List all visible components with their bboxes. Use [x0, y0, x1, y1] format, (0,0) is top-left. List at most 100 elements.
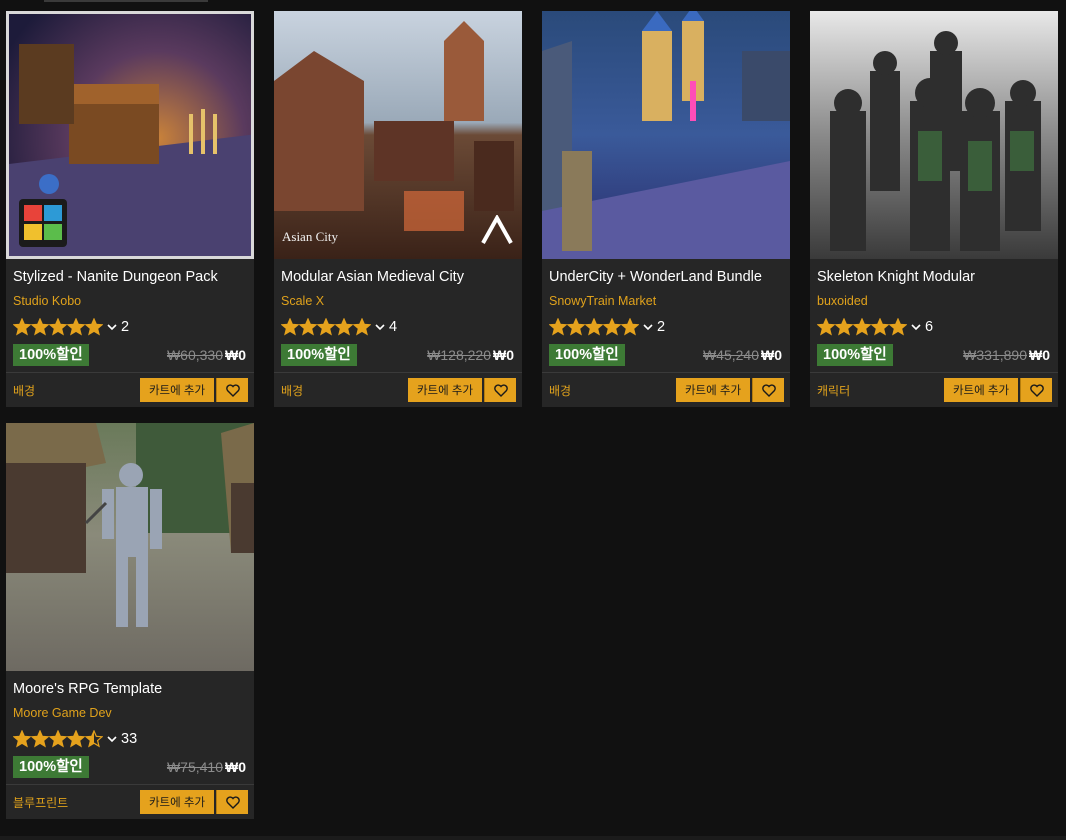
divider [274, 372, 522, 373]
product-title[interactable]: Moore's RPG Template [13, 681, 249, 697]
product-thumbnail[interactable] [6, 11, 254, 259]
category-link[interactable]: 배경 [13, 382, 35, 399]
rating[interactable]: 6 [817, 316, 933, 338]
product-thumbnail[interactable] [542, 11, 790, 259]
wishlist-button[interactable] [752, 378, 784, 402]
add-to-cart-button[interactable]: 카트에 추가 [944, 378, 1018, 402]
product-card[interactable]: Skeleton Knight Modular buxoided 6 100%할… [810, 11, 1058, 407]
wishlist-button[interactable] [484, 378, 516, 402]
wishlist-button[interactable] [216, 378, 248, 402]
price: ₩128,220 ₩0 [427, 347, 514, 363]
original-price: ₩45,240 [702, 347, 759, 363]
original-price: ₩128,220 [427, 347, 491, 363]
product-card[interactable]: UnderCity + WonderLand Bundle SnowyTrain… [542, 11, 790, 407]
star-icon [853, 318, 871, 336]
wishlist-button[interactable] [216, 790, 248, 814]
star-icon [67, 318, 85, 336]
star-icon [31, 730, 49, 748]
original-price: ₩331,890 [963, 347, 1027, 363]
star-icon [603, 318, 621, 336]
product-title[interactable]: Modular Asian Medieval City [281, 269, 517, 285]
sale-price: ₩0 [225, 347, 246, 363]
star-icon [281, 318, 299, 336]
star-icon [621, 318, 639, 336]
discount-badge: 100%할인 [817, 344, 893, 366]
rating-count: 4 [389, 319, 398, 335]
price: ₩45,240 ₩0 [703, 347, 782, 363]
star-rating [13, 318, 103, 336]
product-thumbnail[interactable] [6, 423, 254, 671]
sale-price: ₩0 [761, 347, 782, 363]
star-icon [13, 318, 31, 336]
add-to-cart-button[interactable]: 카트에 추가 [140, 378, 214, 402]
heart-icon [493, 383, 508, 397]
scalex-logo-icon [481, 215, 513, 244]
star-icon [889, 318, 907, 336]
star-icon [85, 318, 103, 336]
price: ₩75,410 ₩0 [167, 759, 246, 775]
category-link[interactable]: 블루프린트 [13, 794, 68, 811]
seller-name[interactable]: Moore Game Dev [13, 706, 112, 720]
category-link[interactable]: 배경 [281, 382, 303, 399]
star-rating [281, 318, 371, 336]
undercity-thumbnail-image [542, 11, 790, 259]
rating[interactable]: 2 [13, 316, 129, 338]
discount-badge: 100%할인 [13, 756, 89, 778]
seller-name[interactable]: SnowyTrain Market [549, 294, 656, 308]
original-price: ₩60,330 [166, 347, 223, 363]
star-icon [13, 730, 31, 748]
chevron-down-icon[interactable] [375, 322, 385, 332]
product-thumbnail[interactable]: Asian City [274, 11, 522, 259]
heart-icon [225, 795, 240, 809]
divider [542, 372, 790, 373]
star-icon [317, 318, 335, 336]
star-icon [49, 318, 67, 336]
star-icon [49, 730, 67, 748]
star-icon [835, 318, 853, 336]
rating[interactable]: 4 [281, 316, 397, 338]
rating[interactable]: 2 [549, 316, 665, 338]
divider [810, 372, 1058, 373]
star-icon [817, 318, 835, 336]
rating-count: 2 [121, 319, 130, 335]
star-icon [585, 318, 603, 336]
product-card[interactable]: Stylized - Nanite Dungeon Pack Studio Ko… [6, 11, 254, 407]
add-to-cart-button[interactable]: 카트에 추가 [676, 378, 750, 402]
sale-price: ₩0 [493, 347, 514, 363]
discount-badge: 100%할인 [281, 344, 357, 366]
discount-badge: 100%할인 [549, 344, 625, 366]
product-card[interactable]: Moore's RPG Template Moore Game Dev 33 1… [6, 423, 254, 819]
rating-count: 33 [121, 731, 138, 747]
star-icon [335, 318, 353, 336]
chevron-down-icon[interactable] [107, 322, 117, 332]
rating[interactable]: 33 [13, 728, 137, 750]
star-icon [871, 318, 889, 336]
rating-count: 2 [657, 319, 666, 335]
product-card[interactable]: Asian City Modular Asian Medieval City S… [274, 11, 522, 407]
chevron-down-icon[interactable] [911, 322, 921, 332]
category-link[interactable]: 캐릭터 [817, 382, 850, 399]
seller-name[interactable]: buxoided [817, 294, 868, 308]
star-rating [13, 730, 103, 748]
rating-count: 6 [925, 319, 934, 335]
star-icon [67, 730, 85, 748]
star-icon [353, 318, 371, 336]
wishlist-button[interactable] [1020, 378, 1052, 402]
star-icon [567, 318, 585, 336]
kobo-logo [19, 199, 67, 247]
seller-name[interactable]: Scale X [281, 294, 324, 308]
product-title[interactable]: Stylized - Nanite Dungeon Pack [13, 269, 249, 285]
seller-name[interactable]: Studio Kobo [13, 294, 81, 308]
add-to-cart-button[interactable]: 카트에 추가 [408, 378, 482, 402]
original-price: ₩75,410 [166, 759, 223, 775]
sale-price: ₩0 [225, 759, 246, 775]
product-title[interactable]: UnderCity + WonderLand Bundle [549, 269, 785, 285]
chevron-down-icon[interactable] [643, 322, 653, 332]
product-thumbnail[interactable] [810, 11, 1058, 259]
page-bottom-edge [0, 836, 1066, 840]
category-link[interactable]: 배경 [549, 382, 571, 399]
chevron-down-icon[interactable] [107, 734, 117, 744]
add-to-cart-button[interactable]: 카트에 추가 [140, 790, 214, 814]
star-icon [549, 318, 567, 336]
product-title[interactable]: Skeleton Knight Modular [817, 269, 1053, 285]
